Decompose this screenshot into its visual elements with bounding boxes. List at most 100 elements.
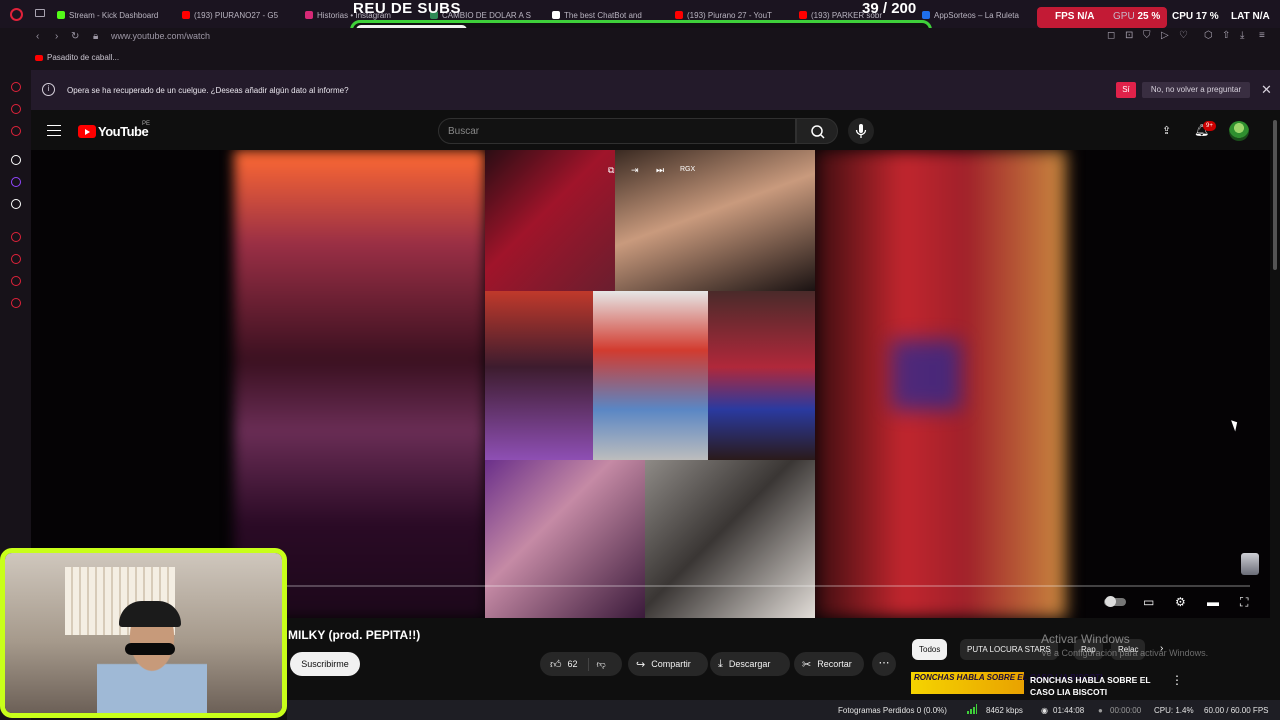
record-status-icon: ● xyxy=(1098,706,1103,715)
like-button[interactable]: 👍︎ 62 xyxy=(540,657,589,671)
sidebar-speed-dial-icon[interactable] xyxy=(11,232,21,242)
tab-favicon-icon xyxy=(675,11,683,19)
clip-button[interactable]: ✂ Recortar xyxy=(794,652,864,676)
tab-favicon-icon xyxy=(799,11,807,19)
browser-tab[interactable]: (193) PIURANO27 - G5 xyxy=(182,7,292,23)
thumbs-up-icon: 👍︎ xyxy=(550,658,562,671)
bookmark-icon[interactable]: ◻ xyxy=(1107,30,1115,41)
lat-stat: LAT N/A xyxy=(1231,11,1270,22)
sub-goal-label: REU DE SUBS xyxy=(353,0,462,17)
play-icon[interactable]: ▷ xyxy=(1161,30,1169,41)
bookmarks-bar xyxy=(0,48,1280,70)
fps-stat: FPS N/A xyxy=(1055,11,1095,22)
sidebar-messenger-icon[interactable] xyxy=(11,104,21,114)
infobar-yes-button[interactable]: Sí xyxy=(1116,82,1136,98)
fullscreen-icon[interactable]: ⛶ xyxy=(1240,595,1248,610)
sidebar-pinboard-icon[interactable] xyxy=(11,276,21,286)
record-time: 00:00:00 xyxy=(1110,706,1142,715)
lock-icon: 🔒︎ xyxy=(93,31,99,42)
info-icon: i xyxy=(42,83,55,96)
download-icon[interactable]: ⤓ xyxy=(1240,30,1244,41)
extensions-icon[interactable]: ⬡ xyxy=(1204,30,1213,41)
obs-cpu: CPU: 1.4% xyxy=(1154,706,1194,715)
webcam-sunglasses xyxy=(125,643,175,655)
channel-watermark[interactable] xyxy=(1241,553,1259,575)
miniplayer-icon[interactable]: ⧉ xyxy=(608,165,614,176)
sidebar-twitch-icon[interactable] xyxy=(11,177,21,187)
bitrate: 8462 kbps xyxy=(986,706,1023,715)
sidebar-aria-icon[interactable] xyxy=(11,82,21,92)
recommendation-title[interactable]: RONCHAS HABLA SOBRE EL CASO LIA BISCOTI xyxy=(1030,674,1165,698)
sidebar-history-icon[interactable] xyxy=(11,254,21,264)
url-field[interactable]: www.youtube.com/watch xyxy=(111,31,210,41)
sub-goal-count: 39 / 200 xyxy=(862,0,917,17)
more-actions-button[interactable]: ⋯ xyxy=(872,652,896,676)
share-button[interactable]: ↪ Compartir xyxy=(628,652,708,676)
browser-tab[interactable]: Stream - Kick Dashboard xyxy=(57,7,167,23)
sidebar-settings-icon[interactable] xyxy=(11,298,21,308)
stream-status-icon: ◉ xyxy=(1041,706,1048,715)
tab-overview-icon[interactable] xyxy=(35,9,45,17)
scrollbar-thumb[interactable] xyxy=(1273,120,1277,270)
browser-tab[interactable]: AppSorteos – La Ruleta xyxy=(922,7,1027,23)
filter-chip[interactable]: Todos xyxy=(912,639,948,660)
forward-icon[interactable]: › xyxy=(55,31,58,42)
skip-next-icon[interactable]: ⏭ xyxy=(656,165,664,176)
close-icon[interactable]: ✕ xyxy=(1261,82,1272,98)
share-icon[interactable]: ⇧ xyxy=(1222,30,1230,41)
webcam-overlay xyxy=(0,548,287,718)
back-icon[interactable]: ‹ xyxy=(36,31,39,42)
thumbs-down-icon: 👎︎ xyxy=(596,658,606,669)
microphone-icon xyxy=(855,124,867,138)
download-button[interactable]: ⤓ Descargar xyxy=(710,652,790,676)
sidebar-kick-icon[interactable] xyxy=(11,155,21,165)
search-input[interactable] xyxy=(448,124,778,138)
mosaic-tile-couple xyxy=(615,150,815,291)
windows-activation-subtitle: Ve a Configuración para activar Windows. xyxy=(1041,648,1209,658)
mosaic-tile-dance xyxy=(593,291,708,460)
heart-icon[interactable]: ♡ xyxy=(1179,30,1188,41)
shield-icon[interactable]: ⛉ xyxy=(1143,30,1151,41)
player-badge: RGX xyxy=(680,166,696,173)
tab-favicon-icon xyxy=(305,11,313,19)
dislike-button[interactable]: 👎︎ xyxy=(589,659,614,670)
video-title: MILKY (prod. PEPITA!!) xyxy=(288,628,421,642)
youtube-logo-text[interactable]: YouTube xyxy=(98,124,149,139)
region-code: PE xyxy=(142,121,151,127)
sidebar-x-icon[interactable] xyxy=(11,199,21,209)
blurred-right-accent xyxy=(891,340,961,410)
subtitles-icon[interactable]: ▭ xyxy=(1143,595,1154,609)
subscribe-button[interactable]: Suscribirme xyxy=(290,652,360,676)
reload-icon[interactable]: ↻ xyxy=(71,31,79,42)
infobar-no-button[interactable]: No, no volver a preguntar xyxy=(1142,82,1250,98)
tab-favicon-icon xyxy=(552,11,560,19)
sidebar-instagram-icon[interactable] xyxy=(11,126,21,136)
youtube-favicon-icon xyxy=(35,54,43,61)
obs-fps: 60.00 / 60.00 FPS xyxy=(1204,706,1269,715)
snapshot-icon[interactable]: ⊡ xyxy=(1125,30,1133,41)
voice-search-button[interactable] xyxy=(848,118,874,144)
youtube-logo-icon[interactable] xyxy=(78,125,96,138)
upload-icon[interactable]: ⇪ xyxy=(1162,124,1171,137)
exit-icon[interactable]: ⇥ xyxy=(631,165,639,176)
video-progress-bar[interactable] xyxy=(274,585,1250,587)
tab-label: (193) PIURANO27 - G5 xyxy=(194,10,279,20)
kebab-menu-icon[interactable]: ⋮ xyxy=(1171,673,1183,687)
share-arrow-icon: ↪ xyxy=(636,658,646,671)
hamburger-menu-icon[interactable] xyxy=(47,125,61,136)
menu-icon[interactable]: ≡ xyxy=(1259,30,1265,41)
tab-favicon-icon xyxy=(182,11,190,19)
like-dislike-group: 👍︎ 62 👎︎ xyxy=(540,652,622,676)
mosaic-tile-pose xyxy=(485,291,593,460)
bookmark-item[interactable]: Pasadito de caball... xyxy=(35,53,119,62)
search-button[interactable] xyxy=(796,118,838,144)
settings-gear-icon[interactable]: ⚙ xyxy=(1175,595,1186,609)
dropped-frames: Fotogramas Perdidos 0 (0.0%) xyxy=(838,706,947,715)
mosaic-tile-selfie xyxy=(485,460,645,618)
tab-label: Stream - Kick Dashboard xyxy=(69,10,159,20)
windows-activation-title: Activar Windows xyxy=(1041,632,1130,646)
tab-favicon-icon xyxy=(922,11,930,19)
theater-mode-icon[interactable]: ▬ xyxy=(1207,595,1219,609)
avatar[interactable] xyxy=(1229,121,1249,141)
autoplay-toggle[interactable] xyxy=(1104,596,1126,607)
